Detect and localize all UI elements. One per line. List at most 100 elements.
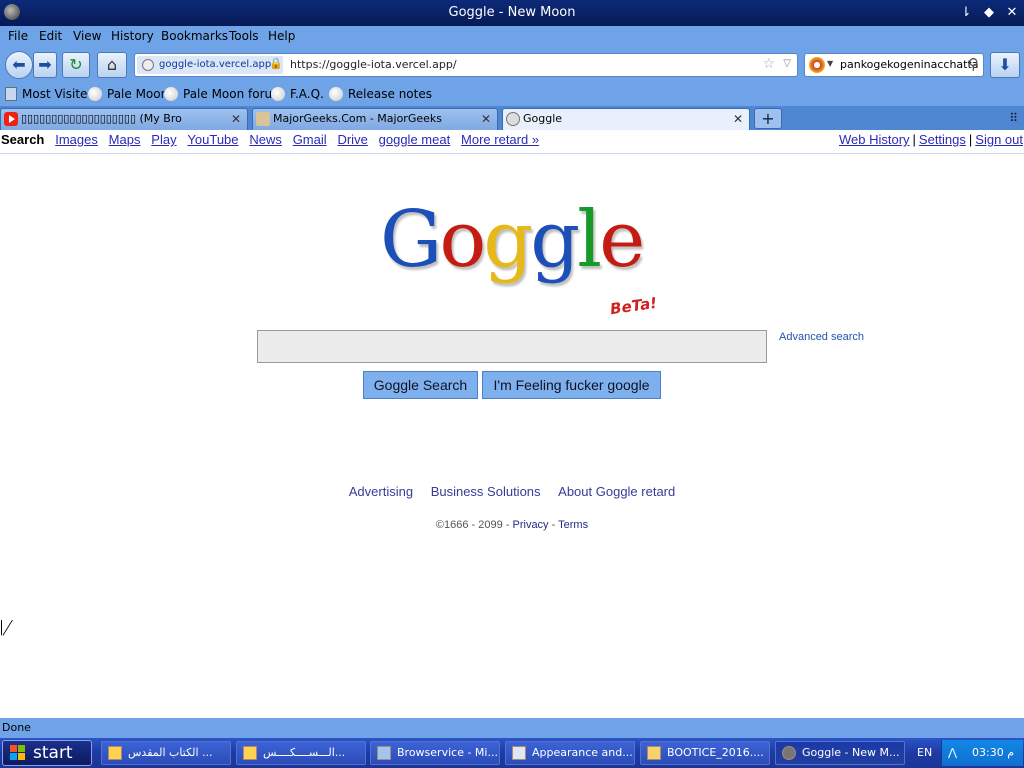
close-tab-icon[interactable]: ✕ xyxy=(733,109,743,129)
settings-link[interactable]: Settings xyxy=(919,132,966,147)
search-query-input[interactable] xyxy=(257,330,767,363)
menu-edit[interactable]: Edit xyxy=(39,29,62,43)
folder-icon xyxy=(5,87,17,101)
menu-help[interactable]: Help xyxy=(268,29,295,43)
gbar-link-goggle-meat[interactable]: goggle meat xyxy=(379,132,451,147)
url-bar[interactable]: goggle-iota.vercel.app 🔒 https://goggle-… xyxy=(134,53,798,77)
tab-list-icon[interactable]: ⠿ xyxy=(1009,111,1018,125)
taskbar: start الكتاب المقدس ... الـــســــكــــس… xyxy=(0,738,1024,768)
menu-history[interactable]: History xyxy=(111,29,154,43)
taskbar-item[interactable]: Appearance and... xyxy=(505,741,635,765)
taskbar-item-active[interactable]: Goggle - New M... xyxy=(775,741,905,765)
window-title: Goggle - New Moon xyxy=(448,5,576,20)
terms-link[interactable]: Terms xyxy=(558,519,588,531)
tab-majorgeeks[interactable]: MajorGeeks.Com - MajorGeeks ✕ xyxy=(252,108,498,130)
reload-button[interactable]: ↻ xyxy=(62,52,90,78)
tab-title: MajorGeeks.Com - MajorGeeks xyxy=(273,112,442,125)
business-solutions-link[interactable]: Business Solutions xyxy=(431,484,541,499)
windows-logo-icon xyxy=(10,745,26,761)
privacy-link[interactable]: Privacy xyxy=(513,519,549,531)
gbar-link-more[interactable]: More retard » xyxy=(461,132,539,147)
site-identity-button[interactable]: goggle-iota.vercel.app xyxy=(137,56,283,74)
menu-tools[interactable]: Tools xyxy=(229,29,259,43)
close-window-icon[interactable]: ✕ xyxy=(1003,4,1021,22)
gbar-link-gmail[interactable]: Gmail xyxy=(293,132,327,147)
clock[interactable]: 03:30 م xyxy=(972,740,1014,766)
bookmark-most-visited[interactable]: Most Visited xyxy=(5,87,95,101)
url-dropdown-icon[interactable]: ▽ xyxy=(783,58,791,69)
moon-icon xyxy=(164,87,178,101)
copyright: ©1666 - 2099 - Privacy - Terms xyxy=(435,519,589,531)
new-moon-icon xyxy=(782,746,796,760)
downloads-button[interactable]: ⬇ xyxy=(990,52,1020,78)
home-button[interactable]: ⌂ xyxy=(97,52,127,78)
tab-youtube[interactable]: ▯▯▯▯▯▯▯▯▯▯▯▯▯▯▯▯▯▯▯ (My Bro ✕ xyxy=(0,108,248,130)
advertising-link[interactable]: Advertising xyxy=(349,484,413,499)
back-button[interactable]: ⬅ xyxy=(5,51,33,79)
mouse-cursor-icon xyxy=(2,620,12,636)
tab-title: Goggle xyxy=(523,112,563,125)
menu-view[interactable]: View xyxy=(73,29,101,43)
footer-links: Advertising Business Solutions About Gog… xyxy=(0,484,1024,499)
advanced-search-link[interactable]: Advanced search xyxy=(779,331,864,343)
start-button[interactable]: start xyxy=(2,740,92,766)
tab-goggle[interactable]: Goggle ✕ xyxy=(502,108,750,131)
bookmark-star-icon[interactable]: ☆ xyxy=(762,56,775,72)
separator: | xyxy=(968,132,973,147)
gbar-link-images[interactable]: Images xyxy=(55,132,98,147)
majorgeeks-icon xyxy=(256,112,270,126)
url-input[interactable]: https://goggle-iota.vercel.app/ xyxy=(290,58,457,71)
chevron-down-icon[interactable]: ▼ xyxy=(827,59,833,68)
taskbar-item[interactable]: BOOTICE_2016.... xyxy=(640,741,770,765)
feeling-lucky-button[interactable]: I'm Feeling fucker google xyxy=(482,371,661,399)
document-icon xyxy=(108,746,122,760)
forward-arrow-icon: ➡ xyxy=(38,55,52,74)
maximize-icon[interactable]: ◆ xyxy=(980,4,998,22)
gbar-link-drive[interactable]: Drive xyxy=(337,132,367,147)
youtube-icon xyxy=(4,112,18,126)
close-tab-icon[interactable]: ✕ xyxy=(481,109,491,129)
search-bar[interactable]: ▼ pankogekogeninacchatta ⚲ xyxy=(804,53,984,77)
site-identity-label: goggle-iota.vercel.app xyxy=(159,59,272,70)
menu-file[interactable]: File xyxy=(8,29,28,43)
bookmark-pale-moon[interactable]: Pale Moon xyxy=(88,87,168,101)
gbar-link-news[interactable]: News xyxy=(249,132,282,147)
bookmark-pale-moon-forum[interactable]: Pale Moon forum xyxy=(164,87,284,101)
about-link[interactable]: About Goggle retard xyxy=(558,484,675,499)
separator: | xyxy=(912,132,916,147)
home-icon: ⌂ xyxy=(106,55,118,74)
menu-bookmarks[interactable]: Bookmarks xyxy=(161,29,228,43)
tray-chevron-icon[interactable]: ⋀ xyxy=(948,740,957,766)
document-icon xyxy=(243,746,257,760)
tab-title: ▯▯▯▯▯▯▯▯▯▯▯▯▯▯▯▯▯▯▯ (My Bro xyxy=(21,112,182,125)
bookmark-faq[interactable]: F.A.Q. xyxy=(271,87,324,101)
bookmark-release-notes[interactable]: Release notes xyxy=(329,87,432,101)
reload-icon: ↻ xyxy=(69,55,83,74)
close-tab-icon[interactable]: ✕ xyxy=(231,109,241,129)
search-engine-icon[interactable] xyxy=(809,57,825,73)
search-input[interactable]: pankogekogeninacchatta xyxy=(840,58,979,71)
minimize-icon[interactable]: ⇂ xyxy=(957,4,975,22)
service-bar: Search Images Maps Play YouTube News Gma… xyxy=(0,130,1024,154)
search-icon[interactable]: ⚲ xyxy=(968,55,979,73)
download-arrow-icon: ⬇ xyxy=(998,55,1012,74)
control-panel-icon xyxy=(512,746,526,760)
web-history-link[interactable]: Web History xyxy=(839,132,910,147)
status-bar: Done xyxy=(0,718,1024,738)
taskbar-item[interactable]: الكتاب المقدس ... xyxy=(101,741,231,765)
navigation-toolbar: ⬅ ➡ ↻ ⌂ goggle-iota.vercel.app 🔒 https:/… xyxy=(0,46,1024,84)
tab-strip: ▯▯▯▯▯▯▯▯▯▯▯▯▯▯▯▯▯▯▯ (My Bro ✕ MajorGeeks… xyxy=(0,106,1024,131)
gbar-link-youtube[interactable]: YouTube xyxy=(187,132,238,147)
gbar-link-maps[interactable]: Maps xyxy=(109,132,141,147)
language-indicator[interactable]: EN xyxy=(917,746,932,759)
sign-out-link[interactable]: Sign out xyxy=(975,132,1023,147)
taskbar-item[interactable]: Browservice - Mi... xyxy=(370,741,500,765)
lock-icon: 🔒 xyxy=(269,57,283,70)
moon-icon xyxy=(271,87,285,101)
globe-icon xyxy=(506,112,520,126)
gbar-link-play[interactable]: Play xyxy=(151,132,176,147)
goggle-search-button[interactable]: Goggle Search xyxy=(363,371,478,399)
taskbar-item[interactable]: الـــســــكــــس... xyxy=(236,741,366,765)
forward-button[interactable]: ➡ xyxy=(33,52,57,78)
new-tab-button[interactable]: + xyxy=(754,108,782,129)
